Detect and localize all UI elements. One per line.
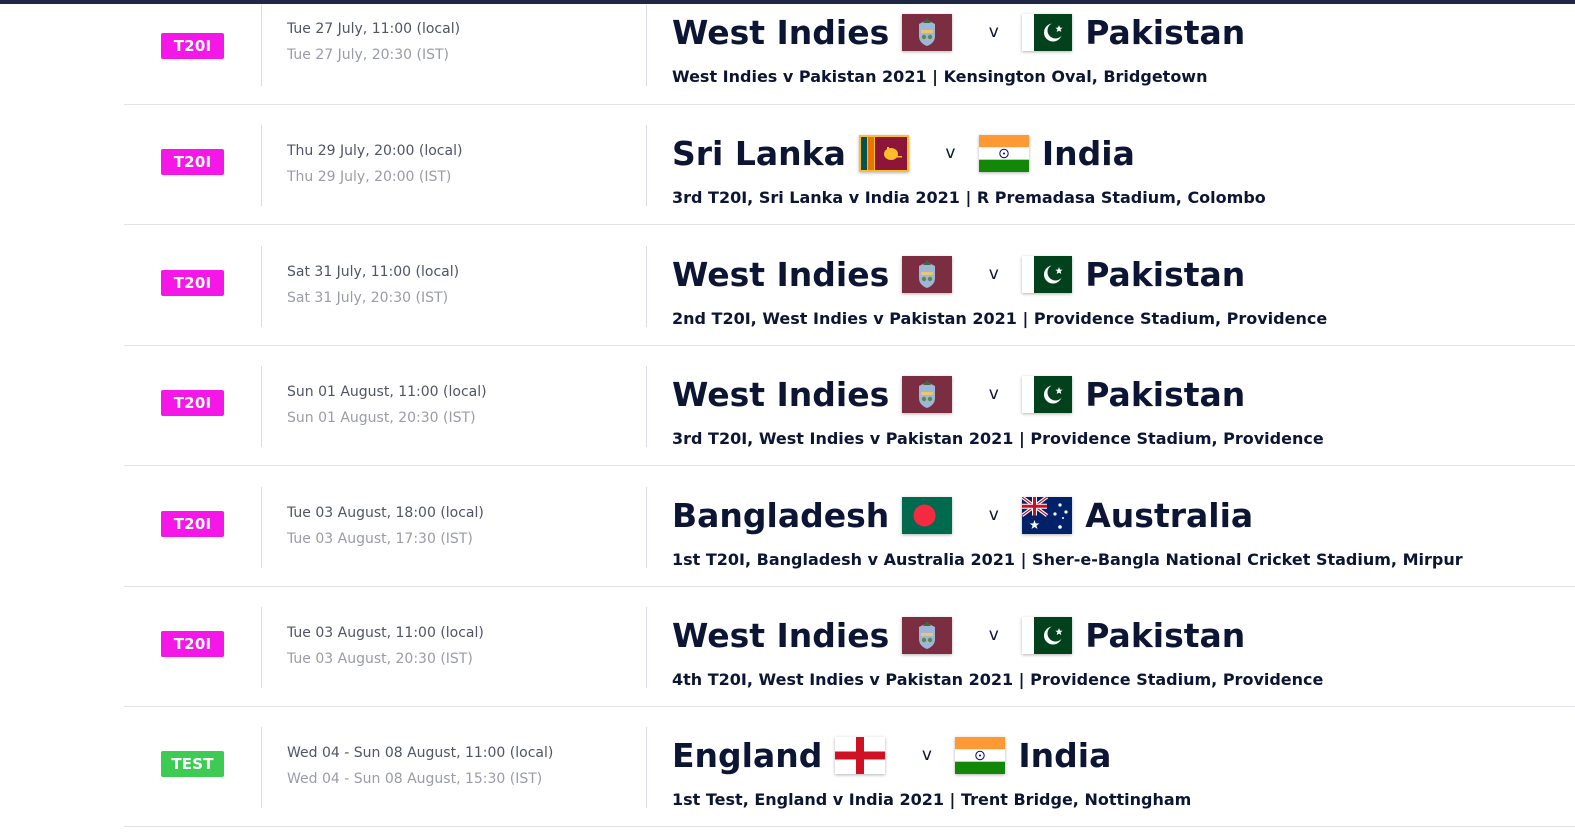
india-flag-icon [955,736,1006,774]
pakistan-flag-icon [1022,13,1073,51]
ist-time: Sat 31 July, 20:30 (IST) [287,290,449,306]
match-teams[interactable]: West Indies v Pakistan [672,610,1245,660]
home-team-name[interactable]: England [672,736,822,775]
home-team-name[interactable]: Sri Lanka [672,134,846,173]
versus-label: v [988,22,999,42]
pakistan-flag-icon [1022,616,1073,654]
west-indies-flag-icon [902,616,953,654]
ist-time: Wed 04 - Sun 08 August, 15:30 (IST) [287,771,543,787]
versus-label: v [988,264,999,284]
match-teams[interactable]: West Indies v Pakistan [672,7,1245,57]
home-team-name[interactable]: West Indies [672,375,889,414]
fixture-row[interactable]: T20I Tue 03 August, 18:00 (local) Tue 03… [124,467,1575,587]
column-divider [261,487,262,568]
versus-label: v [988,625,999,645]
column-divider [261,125,262,206]
column-divider [261,727,262,808]
local-time: Sat 31 July, 11:00 (local) [287,264,460,280]
ist-time: Thu 29 July, 20:00 (IST) [287,169,452,185]
fixture-row[interactable]: T20I Sun 01 August, 11:00 (local) Sun 01… [124,346,1575,466]
column-divider [261,5,262,86]
england-flag-icon [835,736,886,774]
column-divider [646,607,647,688]
series-venue-link[interactable]: 1st T20I, Bangladesh v Australia 2021 | … [672,550,1463,569]
match-teams[interactable]: West Indies v Pakistan [672,369,1245,419]
away-team-name[interactable]: Pakistan [1085,375,1245,414]
fixture-row[interactable]: T20I Tue 03 August, 11:00 (local) Tue 03… [124,587,1575,707]
fixture-row[interactable]: TEST Wed 04 - Sun 08 August, 11:00 (loca… [124,707,1575,827]
column-divider [646,727,647,808]
column-divider [646,5,647,86]
west-indies-flag-icon [902,255,953,293]
match-teams[interactable]: West Indies v Pakistan [672,249,1245,299]
australia-flag-icon [1021,495,1073,534]
local-time: Tue 27 July, 11:00 (local) [287,21,461,37]
home-team-name[interactable]: West Indies [672,616,889,655]
local-time: Sun 01 August, 11:00 (local) [287,384,487,400]
local-time: Tue 03 August, 18:00 (local) [287,505,484,521]
series-venue-link[interactable]: 3rd T20I, Sri Lanka v India 2021 | R Pre… [672,188,1266,207]
column-divider [646,366,647,447]
column-divider [261,366,262,447]
pakistan-flag-icon [1022,375,1073,413]
column-divider [646,125,647,206]
versus-label: v [945,143,956,163]
away-team-name[interactable]: Australia [1085,496,1253,535]
format-badge: T20I [161,33,224,59]
ist-time: Tue 03 August, 20:30 (IST) [287,651,473,667]
series-venue-link[interactable]: 3rd T20I, West Indies v Pakistan 2021 | … [672,429,1324,448]
west-indies-flag-icon [902,13,953,51]
local-time: Thu 29 July, 20:00 (local) [287,143,463,159]
ist-time: Sun 01 August, 20:30 (IST) [287,410,476,426]
bangladesh-flag-icon [902,496,953,534]
format-badge: T20I [161,631,224,657]
series-venue-link[interactable]: 4th T20I, West Indies v Pakistan 2021 | … [672,670,1323,689]
match-teams[interactable]: Sri Lanka v India [672,128,1135,178]
away-team-name[interactable]: India [1042,134,1135,173]
series-venue-link[interactable]: 1st Test, England v India 2021 | Trent B… [672,790,1191,809]
column-divider [646,487,647,568]
home-team-name[interactable]: West Indies [672,13,889,52]
away-team-name[interactable]: Pakistan [1085,255,1245,294]
match-teams[interactable]: England v India [672,730,1111,780]
fixture-row[interactable]: T20I Thu 29 July, 20:00 (local) Thu 29 J… [124,105,1575,225]
versus-label: v [988,505,999,525]
fixture-row[interactable]: T20I Sat 31 July, 11:00 (local) Sat 31 J… [124,226,1575,346]
series-venue-link[interactable]: 2nd T20I, West Indies v Pakistan 2021 | … [672,309,1327,328]
local-time: Wed 04 - Sun 08 August, 11:00 (local) [287,745,554,761]
match-teams[interactable]: Bangladesh v Australia [672,490,1253,540]
format-badge: T20I [161,149,224,175]
column-divider [261,246,262,327]
away-team-name[interactable]: India [1018,736,1111,775]
ist-time: Tue 03 August, 17:30 (IST) [287,531,473,547]
west-indies-flag-icon [902,375,953,413]
sri-lanka-flag-icon [858,134,909,172]
home-team-name[interactable]: Bangladesh [672,496,889,535]
india-flag-icon [978,134,1029,172]
column-divider [261,607,262,688]
away-team-name[interactable]: Pakistan [1085,13,1245,52]
ist-time: Tue 27 July, 20:30 (IST) [287,47,449,63]
pakistan-flag-icon [1022,255,1073,293]
versus-label: v [921,745,932,765]
series-venue-link[interactable]: West Indies v Pakistan 2021 | Kensington… [672,67,1207,86]
versus-label: v [988,384,999,404]
home-team-name[interactable]: West Indies [672,255,889,294]
format-badge: T20I [161,511,224,537]
format-badge: T20I [161,390,224,416]
fixture-row[interactable]: T20I Tue 27 July, 11:00 (local) Tue 27 J… [124,0,1575,105]
format-badge: T20I [161,270,224,296]
column-divider [646,246,647,327]
format-badge: TEST [161,751,224,777]
away-team-name[interactable]: Pakistan [1085,616,1245,655]
local-time: Tue 03 August, 11:00 (local) [287,625,484,641]
